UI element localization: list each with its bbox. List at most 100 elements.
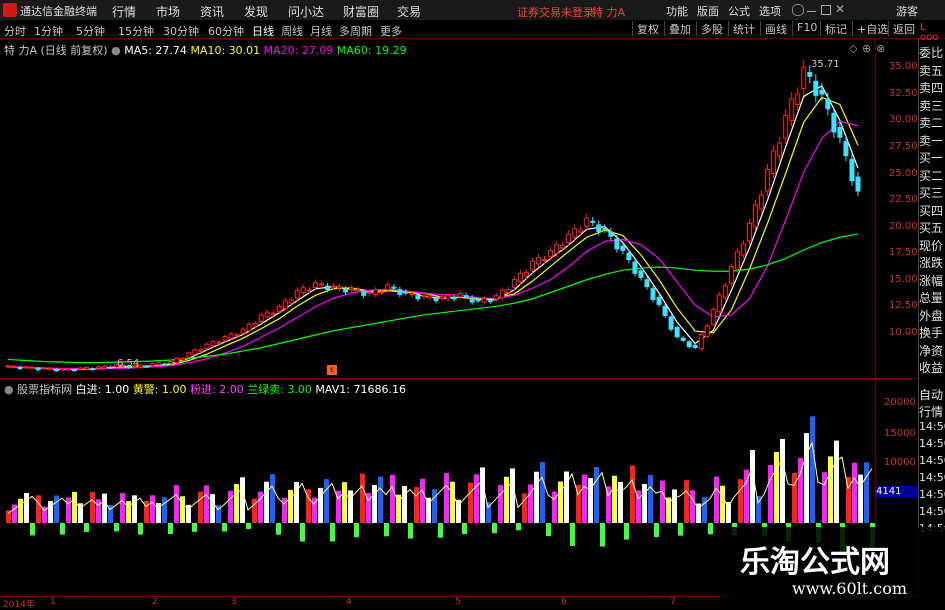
tool-biaoji[interactable]: 标记: [820, 21, 851, 36]
candle[interactable]: [445, 295, 451, 300]
candle[interactable]: [240, 328, 246, 334]
candle[interactable]: [228, 333, 234, 339]
candle[interactable]: [819, 89, 825, 95]
candle[interactable]: [168, 360, 174, 364]
candle[interactable]: [590, 220, 596, 223]
candle[interactable]: [373, 289, 379, 296]
candle[interactable]: [71, 369, 77, 372]
candle[interactable]: [234, 334, 240, 337]
menu-shichang[interactable]: 市场: [156, 3, 180, 20]
period-more[interactable]: 更多: [380, 23, 402, 39]
candle[interactable]: [222, 336, 228, 342]
menu-caifuquan[interactable]: 财富圈: [343, 3, 379, 20]
candle[interactable]: [674, 327, 680, 338]
period-30min[interactable]: 30分钟: [163, 23, 199, 39]
candle[interactable]: [403, 291, 409, 294]
candle[interactable]: [704, 325, 710, 337]
candle[interactable]: [542, 259, 548, 262]
menu-jiaoyi[interactable]: 交易: [397, 3, 421, 20]
candle[interactable]: [680, 337, 686, 341]
candle[interactable]: [837, 126, 843, 138]
candle[interactable]: [469, 297, 475, 303]
candle[interactable]: [626, 252, 632, 261]
period-multi[interactable]: 多周期: [339, 23, 372, 39]
candle[interactable]: [608, 231, 614, 237]
candle[interactable]: [300, 287, 306, 294]
right-panel-17[interactable]: 净资: [919, 342, 945, 359]
candle[interactable]: [759, 194, 765, 210]
candle[interactable]: [361, 291, 367, 296]
candle[interactable]: [306, 289, 312, 292]
candle[interactable]: [409, 293, 415, 296]
candle[interactable]: [698, 334, 704, 350]
candle[interactable]: [548, 249, 554, 258]
candle[interactable]: [596, 224, 602, 233]
candle[interactable]: [578, 229, 584, 233]
candle[interactable]: [789, 98, 795, 121]
candle[interactable]: [427, 295, 433, 299]
right-panel-9[interactable]: 买四: [919, 202, 945, 219]
candle[interactable]: [17, 366, 23, 370]
period-weekly[interactable]: 周线: [281, 23, 303, 39]
candle[interactable]: [554, 244, 560, 254]
candle[interactable]: [421, 295, 427, 298]
help-icon[interactable]: [792, 4, 804, 16]
candle[interactable]: [801, 66, 807, 89]
candle[interactable]: [294, 289, 300, 299]
candle[interactable]: [318, 283, 324, 286]
candle[interactable]: [433, 297, 439, 302]
candle[interactable]: [584, 217, 590, 228]
candle[interactable]: [325, 285, 331, 290]
candle[interactable]: [511, 279, 517, 288]
candle[interactable]: [162, 363, 168, 366]
candle[interactable]: [246, 323, 252, 332]
candle[interactable]: [331, 285, 337, 288]
candle[interactable]: [180, 357, 186, 361]
candle[interactable]: [83, 367, 89, 370]
menu-zixun[interactable]: 资讯: [200, 3, 224, 20]
candle[interactable]: [41, 367, 47, 370]
candle[interactable]: [481, 298, 487, 303]
candle[interactable]: [493, 295, 499, 300]
user-guest[interactable]: 游客: [896, 3, 918, 19]
candle[interactable]: [198, 349, 204, 352]
candle[interactable]: [572, 228, 578, 238]
right-panel-12[interactable]: 涨跌: [919, 254, 945, 271]
candle[interactable]: [312, 282, 318, 289]
period-60min[interactable]: 60分钟: [208, 23, 244, 39]
tool-tongji[interactable]: 统计: [728, 21, 759, 36]
right-panel-20[interactable]: 行情: [919, 403, 945, 420]
candle[interactable]: [77, 367, 83, 370]
candle[interactable]: [156, 362, 162, 366]
candle[interactable]: [5, 365, 11, 368]
candle[interactable]: [849, 158, 855, 182]
candle[interactable]: [47, 367, 53, 370]
menu-hangqing[interactable]: 行情: [112, 3, 136, 20]
candle[interactable]: [566, 233, 572, 244]
tool-gongshi[interactable]: 公式: [728, 3, 750, 19]
candle[interactable]: [795, 93, 801, 105]
login-status[interactable]: 证券交易未登录: [517, 4, 594, 20]
period-1min[interactable]: 1分钟: [34, 23, 63, 39]
period-5min[interactable]: 5分钟: [76, 23, 105, 39]
candle[interactable]: [668, 316, 674, 330]
candle[interactable]: [686, 341, 692, 348]
candle[interactable]: [463, 295, 469, 298]
maximize-icon[interactable]: [821, 5, 831, 15]
menu-faxian[interactable]: 发现: [244, 3, 268, 20]
tool-f10[interactable]: F10: [792, 21, 821, 36]
close-icon[interactable]: ✕: [835, 2, 845, 16]
candle[interactable]: [765, 169, 771, 192]
candle[interactable]: [753, 204, 759, 228]
candle[interactable]: [35, 367, 41, 371]
candle[interactable]: [505, 289, 511, 293]
candle[interactable]: [716, 294, 722, 313]
candle[interactable]: [186, 352, 192, 358]
right-panel-4[interactable]: 卖二: [919, 114, 945, 131]
candle[interactable]: [656, 296, 662, 305]
candle[interactable]: [282, 300, 288, 309]
candle[interactable]: [65, 368, 71, 371]
period-daily[interactable]: 日线: [252, 23, 274, 39]
candle[interactable]: [174, 358, 180, 364]
candle[interactable]: [367, 291, 373, 294]
